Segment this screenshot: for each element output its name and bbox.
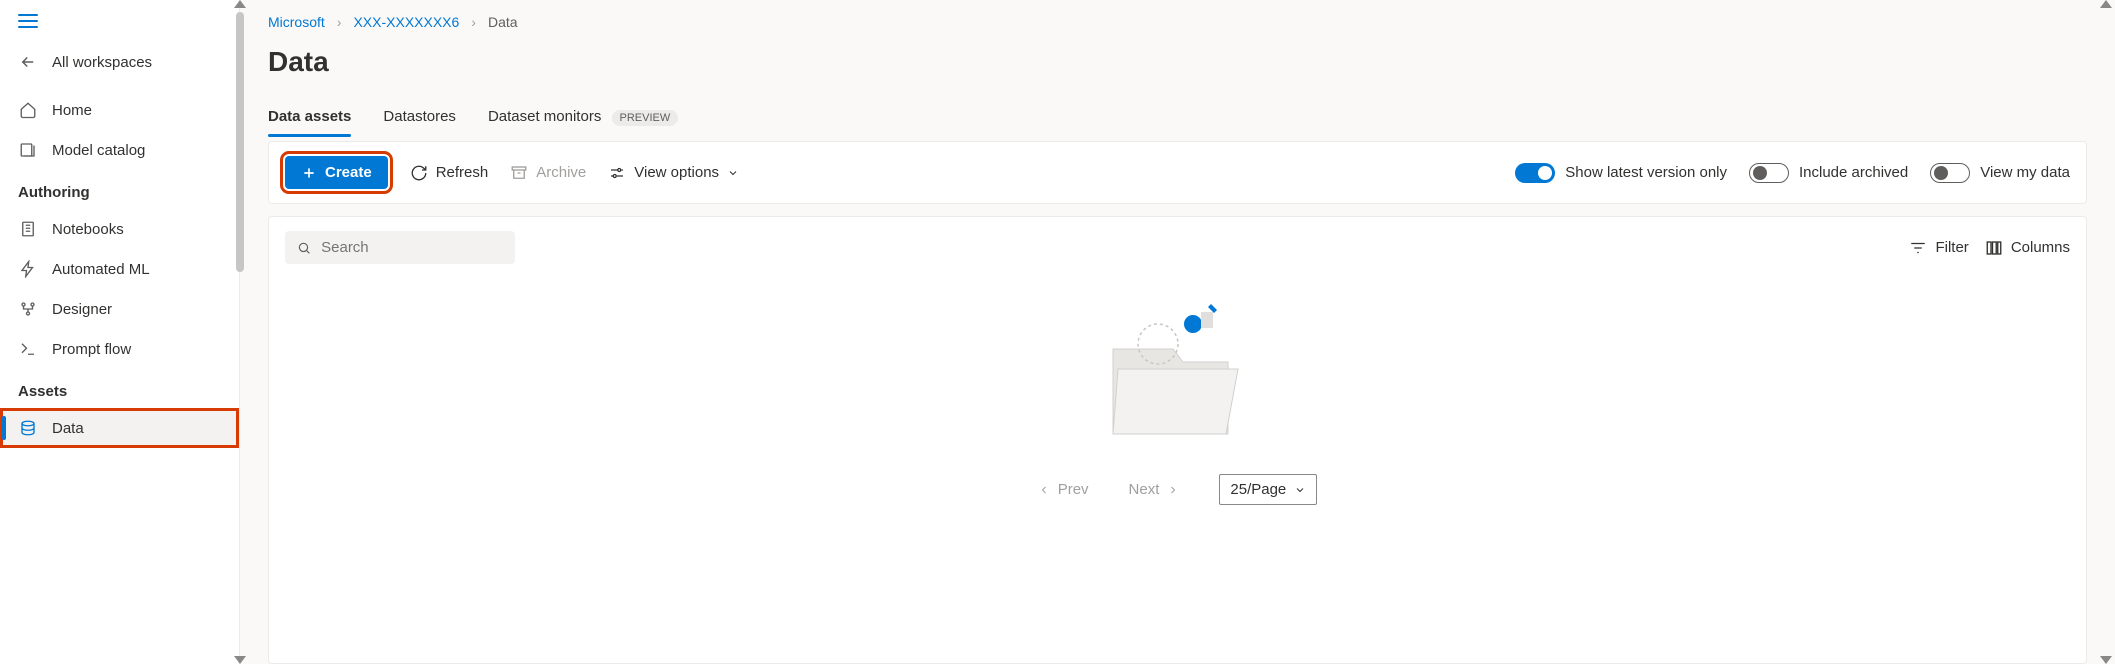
all-workspaces-link[interactable]: All workspaces bbox=[0, 38, 239, 90]
filter-button[interactable]: Filter bbox=[1909, 239, 1968, 257]
breadcrumb-current: Data bbox=[488, 14, 518, 30]
sidebar-item-label: Home bbox=[52, 102, 92, 119]
all-workspaces-label: All workspaces bbox=[52, 54, 152, 71]
plus-icon bbox=[301, 165, 317, 181]
toggle-view-my-data[interactable]: View my data bbox=[1930, 163, 2070, 183]
main-scrollbar[interactable] bbox=[2099, 0, 2113, 664]
sidebar-item-label: Model catalog bbox=[52, 142, 145, 159]
tab-datastores[interactable]: Datastores bbox=[383, 102, 456, 137]
toggle-include-archived[interactable]: Include archived bbox=[1749, 163, 1908, 183]
chevron-down-icon bbox=[1294, 484, 1306, 496]
tab-dataset-monitors[interactable]: Dataset monitors PREVIEW bbox=[488, 102, 678, 137]
sidebar-item-label: Designer bbox=[52, 301, 112, 318]
chevron-right-icon: › bbox=[337, 14, 342, 30]
columns-icon bbox=[1985, 239, 2003, 257]
sidebar: All workspaces Home Model catalog Author… bbox=[0, 0, 240, 664]
main-content: Microsoft › XXX-XXXXXXX6 › Data Data Dat… bbox=[240, 0, 2115, 664]
search-input[interactable] bbox=[321, 239, 503, 256]
sidebar-item-label: Data bbox=[52, 420, 84, 437]
prompt-icon bbox=[18, 339, 38, 359]
breadcrumb: Microsoft › XXX-XXXXXXX6 › Data bbox=[268, 0, 2087, 36]
sidebar-section-authoring: Authoring bbox=[0, 170, 239, 209]
catalog-icon bbox=[18, 140, 38, 160]
next-page-button[interactable]: Next bbox=[1129, 481, 1180, 498]
home-icon bbox=[18, 100, 38, 120]
prev-page-button[interactable]: Prev bbox=[1038, 481, 1089, 498]
create-button[interactable]: Create bbox=[285, 156, 388, 189]
columns-button[interactable]: Columns bbox=[1985, 239, 2070, 257]
sidebar-item-model-catalog[interactable]: Model catalog bbox=[0, 130, 239, 170]
hamburger-menu[interactable] bbox=[18, 14, 38, 28]
search-box[interactable] bbox=[285, 231, 515, 264]
search-icon bbox=[297, 240, 311, 256]
sidebar-section-assets: Assets bbox=[0, 369, 239, 408]
breadcrumb-link[interactable]: XXX-XXXXXXX6 bbox=[353, 14, 459, 30]
tabs: Data assets Datastores Dataset monitors … bbox=[268, 102, 2087, 137]
automl-icon bbox=[18, 259, 38, 279]
sidebar-item-label: Notebooks bbox=[52, 221, 124, 238]
scroll-down-icon bbox=[2100, 656, 2112, 664]
data-list-card: Filter Columns Prev Next bbox=[268, 216, 2087, 664]
back-arrow-icon bbox=[18, 52, 38, 72]
refresh-button[interactable]: Refresh bbox=[410, 164, 489, 182]
data-icon bbox=[18, 418, 38, 438]
sidebar-item-automl[interactable]: Automated ML bbox=[0, 249, 239, 289]
toggle-switch[interactable] bbox=[1930, 163, 1970, 183]
archive-button: Archive bbox=[510, 164, 586, 182]
sidebar-item-designer[interactable]: Designer bbox=[0, 289, 239, 329]
tab-data-assets[interactable]: Data assets bbox=[268, 102, 351, 137]
empty-state-illustration bbox=[285, 264, 2070, 464]
toggle-switch[interactable] bbox=[1749, 163, 1789, 183]
sidebar-item-prompt-flow[interactable]: Prompt flow bbox=[0, 329, 239, 369]
sidebar-item-label: Automated ML bbox=[52, 261, 150, 278]
archive-icon bbox=[510, 164, 528, 182]
toggle-latest-version[interactable]: Show latest version only bbox=[1515, 163, 1727, 183]
filter-icon bbox=[1909, 239, 1927, 257]
chevron-right-icon bbox=[1167, 484, 1179, 496]
toggle-switch[interactable] bbox=[1515, 163, 1555, 183]
page-size-select[interactable]: 25/Page bbox=[1219, 474, 1317, 505]
sidebar-item-label: Prompt flow bbox=[52, 341, 131, 358]
pagination: Prev Next 25/Page bbox=[285, 464, 2070, 505]
chevron-right-icon: › bbox=[471, 14, 476, 30]
sidebar-item-notebooks[interactable]: Notebooks bbox=[0, 209, 239, 249]
scroll-up-icon bbox=[2100, 0, 2112, 8]
sliders-icon bbox=[608, 164, 626, 182]
chevron-left-icon bbox=[1038, 484, 1050, 496]
page-title: Data bbox=[268, 36, 2087, 102]
view-options-button[interactable]: View options bbox=[608, 164, 739, 182]
notebook-icon bbox=[18, 219, 38, 239]
sidebar-item-data[interactable]: Data bbox=[0, 408, 239, 448]
breadcrumb-link[interactable]: Microsoft bbox=[268, 14, 325, 30]
refresh-icon bbox=[410, 164, 428, 182]
chevron-down-icon bbox=[727, 167, 739, 179]
sidebar-item-home[interactable]: Home bbox=[0, 90, 239, 130]
preview-badge: PREVIEW bbox=[612, 110, 679, 126]
designer-icon bbox=[18, 299, 38, 319]
toolbar: Create Refresh Archive View options Show… bbox=[268, 141, 2087, 204]
